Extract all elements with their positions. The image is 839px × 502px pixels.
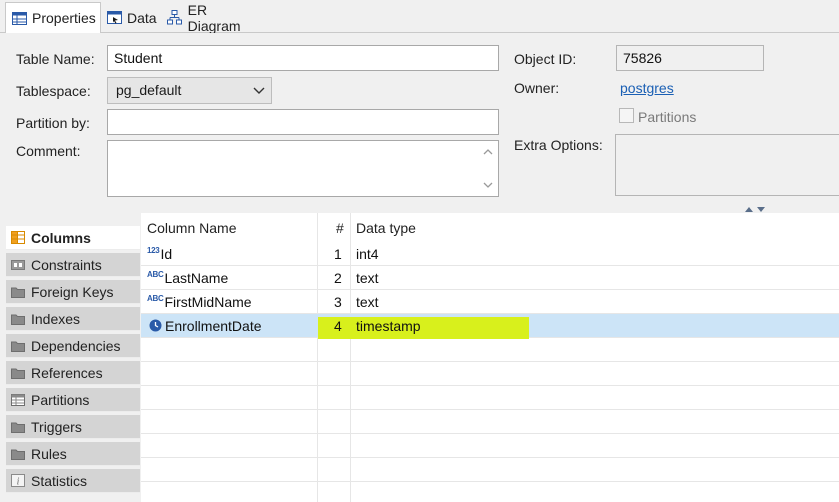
scroll-up-icon[interactable]: [482, 147, 494, 157]
column-name-cell: EnrollmentDate: [145, 314, 317, 338]
table-row[interactable]: ABCFirstMidName 3 text: [141, 290, 839, 314]
nav-item-triggers[interactable]: Triggers: [6, 415, 140, 439]
column-name-cell: ABCFirstMidName: [143, 290, 317, 314]
folder-icon: [10, 285, 26, 299]
partitions-icon: [10, 393, 26, 407]
columns-icon: [10, 231, 26, 245]
nav-item-label: Foreign Keys: [31, 283, 114, 300]
partition-by-input[interactable]: [107, 109, 499, 135]
empty-row: [141, 362, 839, 386]
folder-icon: [10, 339, 26, 353]
data-type-cell: text: [356, 270, 379, 286]
column-name-text: LastName: [164, 270, 229, 286]
nav-item-indexes[interactable]: Indexes: [6, 307, 140, 331]
er-diagram-icon: [167, 10, 183, 26]
nav-item-statistics[interactable]: i Statistics: [6, 469, 140, 493]
nav-item-label: Dependencies: [31, 337, 121, 354]
header-ordinal[interactable]: #: [330, 213, 350, 241]
text-type-icon: ABC: [147, 270, 164, 279]
nav-item-label: Triggers: [31, 418, 82, 435]
folder-icon: [10, 366, 26, 380]
nav-item-label: Constraints: [31, 256, 102, 273]
tablespace-value: pg_default: [116, 82, 182, 98]
tab-data[interactable]: Data: [101, 2, 161, 33]
tab-properties-label: Properties: [32, 10, 96, 26]
empty-row: [141, 410, 839, 434]
extra-options-label: Extra Options:: [514, 137, 603, 153]
column-name-cell: ABCLastName: [143, 266, 317, 290]
nav-item-label: Rules: [31, 445, 67, 462]
header-data-type[interactable]: Data type: [350, 213, 550, 241]
header-column-name[interactable]: Column Name: [141, 213, 317, 241]
tab-er-diagram[interactable]: ER Diagram: [161, 1, 268, 34]
nav-item-partitions[interactable]: Partitions: [6, 388, 140, 412]
owner-link[interactable]: postgres: [620, 80, 674, 96]
table-name-label: Table Name:: [16, 51, 95, 67]
nav-item-references[interactable]: References: [6, 361, 140, 385]
scroll-down-icon[interactable]: [482, 180, 494, 190]
table-row[interactable]: ABCLastName 2 text: [141, 266, 839, 290]
comment-textarea[interactable]: [107, 140, 499, 197]
folder-icon: [10, 420, 26, 434]
data-type-cell: int4: [356, 246, 379, 262]
svg-text:i: i: [17, 477, 20, 488]
clock-icon: [149, 319, 162, 332]
folder-icon: [10, 447, 26, 461]
nav-item-label: Partitions: [31, 391, 90, 408]
nav-item-label: Indexes: [31, 310, 81, 327]
nav-item-label: Statistics: [31, 472, 88, 489]
folder-icon: [10, 312, 26, 326]
column-name-text: Id: [160, 246, 173, 262]
nav-item-columns[interactable]: Columns: [6, 226, 140, 250]
ordinal-cell: 2: [334, 270, 342, 286]
empty-row: [141, 434, 839, 458]
chevron-down-icon: [253, 87, 265, 94]
editor-tab-bar: Properties Data ER Diagram: [0, 0, 839, 34]
collapse-expand-icon[interactable]: [743, 205, 769, 213]
data-icon: [107, 10, 122, 26]
text-type-icon: ABC: [147, 294, 164, 303]
properties-icon: [12, 10, 27, 26]
data-type-cell: text: [356, 294, 379, 310]
constraints-icon: [10, 258, 26, 272]
nav-item-label: Columns: [31, 229, 91, 246]
column-name-cell: 123Id: [143, 242, 317, 266]
tablespace-label: Tablespace:: [16, 83, 91, 99]
extra-options-box[interactable]: [615, 134, 839, 196]
owner-label: Owner:: [514, 80, 560, 96]
nav-item-label: References: [31, 364, 103, 381]
table-row-selected[interactable]: EnrollmentDate 4 timestamp: [141, 314, 839, 339]
ordinal-cell: 1: [334, 246, 342, 262]
partitions-checkbox[interactable]: [619, 108, 634, 123]
comment-label: Comment:: [16, 143, 81, 159]
empty-row: [141, 338, 839, 362]
partitions-label: Partitions: [638, 109, 697, 125]
tablespace-select[interactable]: pg_default: [107, 77, 272, 104]
numeric-type-icon: 123: [147, 246, 160, 255]
column-name-text: FirstMidName: [164, 294, 252, 310]
empty-row: [141, 458, 839, 482]
column-name-text: EnrollmentDate: [165, 318, 262, 334]
info-icon: i: [10, 474, 26, 488]
tab-er-diagram-label: ER Diagram: [187, 1, 241, 34]
table-row[interactable]: 123Id 1 int4: [141, 242, 839, 266]
partition-by-label: Partition by:: [16, 115, 90, 131]
columns-grid: Column Name # Data type 123Id 1 int4 ABC…: [141, 213, 839, 502]
object-id-label: Object ID:: [514, 51, 577, 67]
nav-item-rules[interactable]: Rules: [6, 442, 140, 466]
nav-item-dependencies[interactable]: Dependencies: [6, 334, 140, 358]
table-properties-panel: Table Name: Student Tablespace: pg_defau…: [0, 33, 839, 213]
empty-row: [141, 386, 839, 410]
ordinal-cell: 3: [334, 294, 342, 310]
ordinal-cell: 4: [334, 318, 342, 334]
data-type-cell: timestamp: [356, 318, 421, 334]
table-sections-nav: Columns Constraints Foreign Keys Indexes…: [0, 224, 141, 502]
table-name-input[interactable]: Student: [107, 45, 499, 71]
tab-data-label: Data: [127, 9, 157, 26]
tab-properties[interactable]: Properties: [5, 2, 101, 33]
nav-item-constraints[interactable]: Constraints: [6, 253, 140, 277]
nav-item-foreign-keys[interactable]: Foreign Keys: [6, 280, 140, 304]
object-id-field: 75826: [616, 45, 764, 71]
